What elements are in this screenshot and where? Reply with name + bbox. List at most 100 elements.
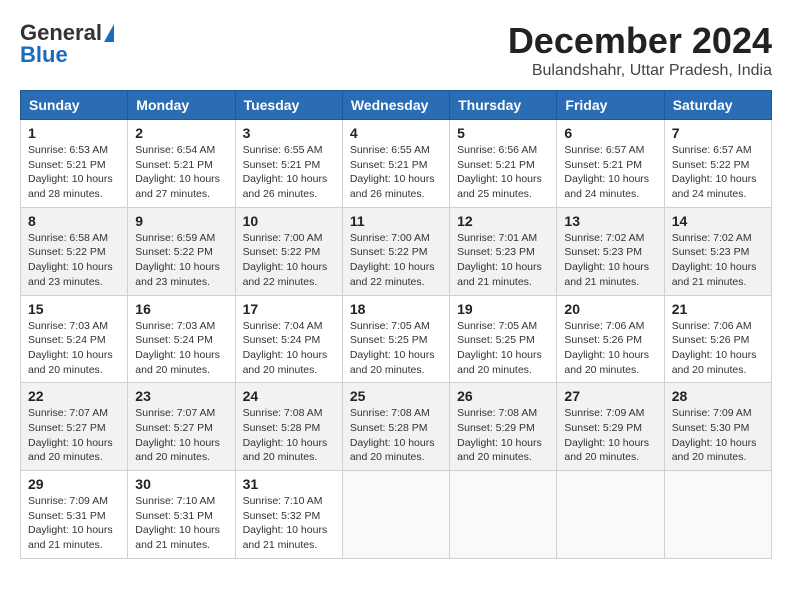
day-number: 11 bbox=[350, 213, 442, 229]
daylight-label: Daylight: 10 hours and 21 minutes. bbox=[564, 261, 649, 288]
sunrise-label: Sunrise: 7:10 AM bbox=[243, 495, 323, 507]
week-row-1: 1 Sunrise: 6:53 AM Sunset: 5:21 PM Dayli… bbox=[21, 120, 772, 208]
calendar-cell bbox=[342, 471, 449, 559]
day-info: Sunrise: 7:08 AM Sunset: 5:28 PM Dayligh… bbox=[243, 406, 335, 465]
calendar-cell: 5 Sunrise: 6:56 AM Sunset: 5:21 PM Dayli… bbox=[450, 120, 557, 208]
sunset-label: Sunset: 5:30 PM bbox=[672, 422, 750, 434]
daylight-label: Daylight: 10 hours and 23 minutes. bbox=[28, 261, 113, 288]
day-number: 19 bbox=[457, 301, 549, 317]
day-info: Sunrise: 7:01 AM Sunset: 5:23 PM Dayligh… bbox=[457, 231, 549, 290]
sunrise-label: Sunrise: 7:02 AM bbox=[564, 232, 644, 244]
sunrise-label: Sunrise: 7:08 AM bbox=[243, 407, 323, 419]
sunset-label: Sunset: 5:23 PM bbox=[564, 246, 642, 258]
day-info: Sunrise: 6:54 AM Sunset: 5:21 PM Dayligh… bbox=[135, 143, 227, 202]
calendar-cell: 13 Sunrise: 7:02 AM Sunset: 5:23 PM Dayl… bbox=[557, 207, 664, 295]
daylight-label: Daylight: 10 hours and 20 minutes. bbox=[672, 349, 757, 376]
weekday-header-row: Sunday Monday Tuesday Wednesday Thursday… bbox=[21, 91, 772, 120]
day-info: Sunrise: 7:03 AM Sunset: 5:24 PM Dayligh… bbox=[28, 319, 120, 378]
daylight-label: Daylight: 10 hours and 20 minutes. bbox=[564, 437, 649, 464]
week-row-3: 15 Sunrise: 7:03 AM Sunset: 5:24 PM Dayl… bbox=[21, 295, 772, 383]
sunrise-label: Sunrise: 7:07 AM bbox=[28, 407, 108, 419]
sunset-label: Sunset: 5:22 PM bbox=[350, 246, 428, 258]
day-info: Sunrise: 6:58 AM Sunset: 5:22 PM Dayligh… bbox=[28, 231, 120, 290]
daylight-label: Daylight: 10 hours and 23 minutes. bbox=[135, 261, 220, 288]
logo: General Blue bbox=[20, 20, 114, 68]
sunrise-label: Sunrise: 7:06 AM bbox=[564, 320, 644, 332]
daylight-label: Daylight: 10 hours and 20 minutes. bbox=[457, 437, 542, 464]
sunset-label: Sunset: 5:28 PM bbox=[350, 422, 428, 434]
day-number: 20 bbox=[564, 301, 656, 317]
sunset-label: Sunset: 5:25 PM bbox=[457, 334, 535, 346]
sunset-label: Sunset: 5:21 PM bbox=[350, 159, 428, 171]
day-number: 17 bbox=[243, 301, 335, 317]
day-number: 14 bbox=[672, 213, 764, 229]
day-info: Sunrise: 6:59 AM Sunset: 5:22 PM Dayligh… bbox=[135, 231, 227, 290]
week-row-5: 29 Sunrise: 7:09 AM Sunset: 5:31 PM Dayl… bbox=[21, 471, 772, 559]
day-number: 2 bbox=[135, 125, 227, 141]
calendar-cell bbox=[664, 471, 771, 559]
sunrise-label: Sunrise: 7:05 AM bbox=[350, 320, 430, 332]
sunrise-label: Sunrise: 7:07 AM bbox=[135, 407, 215, 419]
sunset-label: Sunset: 5:24 PM bbox=[28, 334, 106, 346]
week-row-4: 22 Sunrise: 7:07 AM Sunset: 5:27 PM Dayl… bbox=[21, 383, 772, 471]
day-number: 3 bbox=[243, 125, 335, 141]
calendar-cell: 3 Sunrise: 6:55 AM Sunset: 5:21 PM Dayli… bbox=[235, 120, 342, 208]
day-info: Sunrise: 7:10 AM Sunset: 5:32 PM Dayligh… bbox=[243, 494, 335, 553]
day-number: 1 bbox=[28, 125, 120, 141]
sunset-label: Sunset: 5:27 PM bbox=[135, 422, 213, 434]
day-number: 18 bbox=[350, 301, 442, 317]
day-info: Sunrise: 6:57 AM Sunset: 5:21 PM Dayligh… bbox=[564, 143, 656, 202]
day-info: Sunrise: 7:03 AM Sunset: 5:24 PM Dayligh… bbox=[135, 319, 227, 378]
day-number: 23 bbox=[135, 388, 227, 404]
sunrise-label: Sunrise: 7:09 AM bbox=[28, 495, 108, 507]
sunset-label: Sunset: 5:24 PM bbox=[243, 334, 321, 346]
header-friday: Friday bbox=[557, 91, 664, 120]
day-number: 4 bbox=[350, 125, 442, 141]
sunrise-label: Sunrise: 6:55 AM bbox=[243, 144, 323, 156]
daylight-label: Daylight: 10 hours and 20 minutes. bbox=[243, 349, 328, 376]
daylight-label: Daylight: 10 hours and 20 minutes. bbox=[135, 349, 220, 376]
sunrise-label: Sunrise: 6:53 AM bbox=[28, 144, 108, 156]
daylight-label: Daylight: 10 hours and 26 minutes. bbox=[350, 173, 435, 200]
sunset-label: Sunset: 5:21 PM bbox=[243, 159, 321, 171]
header-wednesday: Wednesday bbox=[342, 91, 449, 120]
sunset-label: Sunset: 5:22 PM bbox=[135, 246, 213, 258]
day-number: 13 bbox=[564, 213, 656, 229]
calendar-cell: 22 Sunrise: 7:07 AM Sunset: 5:27 PM Dayl… bbox=[21, 383, 128, 471]
calendar-title: December 2024 bbox=[508, 20, 772, 62]
sunset-label: Sunset: 5:29 PM bbox=[457, 422, 535, 434]
sunrise-label: Sunrise: 7:01 AM bbox=[457, 232, 537, 244]
sunrise-label: Sunrise: 7:00 AM bbox=[243, 232, 323, 244]
sunrise-label: Sunrise: 7:10 AM bbox=[135, 495, 215, 507]
calendar-cell: 28 Sunrise: 7:09 AM Sunset: 5:30 PM Dayl… bbox=[664, 383, 771, 471]
sunrise-label: Sunrise: 7:00 AM bbox=[350, 232, 430, 244]
daylight-label: Daylight: 10 hours and 20 minutes. bbox=[135, 437, 220, 464]
calendar-cell: 27 Sunrise: 7:09 AM Sunset: 5:29 PM Dayl… bbox=[557, 383, 664, 471]
daylight-label: Daylight: 10 hours and 20 minutes. bbox=[672, 437, 757, 464]
calendar-cell: 19 Sunrise: 7:05 AM Sunset: 5:25 PM Dayl… bbox=[450, 295, 557, 383]
day-number: 12 bbox=[457, 213, 549, 229]
sunrise-label: Sunrise: 6:59 AM bbox=[135, 232, 215, 244]
header-saturday: Saturday bbox=[664, 91, 771, 120]
day-number: 9 bbox=[135, 213, 227, 229]
day-info: Sunrise: 7:08 AM Sunset: 5:29 PM Dayligh… bbox=[457, 406, 549, 465]
calendar-cell: 18 Sunrise: 7:05 AM Sunset: 5:25 PM Dayl… bbox=[342, 295, 449, 383]
day-info: Sunrise: 6:57 AM Sunset: 5:22 PM Dayligh… bbox=[672, 143, 764, 202]
sunrise-label: Sunrise: 7:02 AM bbox=[672, 232, 752, 244]
calendar-cell: 11 Sunrise: 7:00 AM Sunset: 5:22 PM Dayl… bbox=[342, 207, 449, 295]
calendar-subtitle: Bulandshahr, Uttar Pradesh, India bbox=[508, 62, 772, 80]
daylight-label: Daylight: 10 hours and 22 minutes. bbox=[350, 261, 435, 288]
calendar-cell: 15 Sunrise: 7:03 AM Sunset: 5:24 PM Dayl… bbox=[21, 295, 128, 383]
calendar-cell: 24 Sunrise: 7:08 AM Sunset: 5:28 PM Dayl… bbox=[235, 383, 342, 471]
calendar-cell: 1 Sunrise: 6:53 AM Sunset: 5:21 PM Dayli… bbox=[21, 120, 128, 208]
daylight-label: Daylight: 10 hours and 21 minutes. bbox=[135, 524, 220, 551]
day-number: 15 bbox=[28, 301, 120, 317]
sunrise-label: Sunrise: 6:57 AM bbox=[564, 144, 644, 156]
header-tuesday: Tuesday bbox=[235, 91, 342, 120]
daylight-label: Daylight: 10 hours and 24 minutes. bbox=[564, 173, 649, 200]
calendar-cell: 31 Sunrise: 7:10 AM Sunset: 5:32 PM Dayl… bbox=[235, 471, 342, 559]
calendar-cell: 23 Sunrise: 7:07 AM Sunset: 5:27 PM Dayl… bbox=[128, 383, 235, 471]
calendar-cell: 6 Sunrise: 6:57 AM Sunset: 5:21 PM Dayli… bbox=[557, 120, 664, 208]
sunset-label: Sunset: 5:25 PM bbox=[350, 334, 428, 346]
daylight-label: Daylight: 10 hours and 20 minutes. bbox=[564, 349, 649, 376]
